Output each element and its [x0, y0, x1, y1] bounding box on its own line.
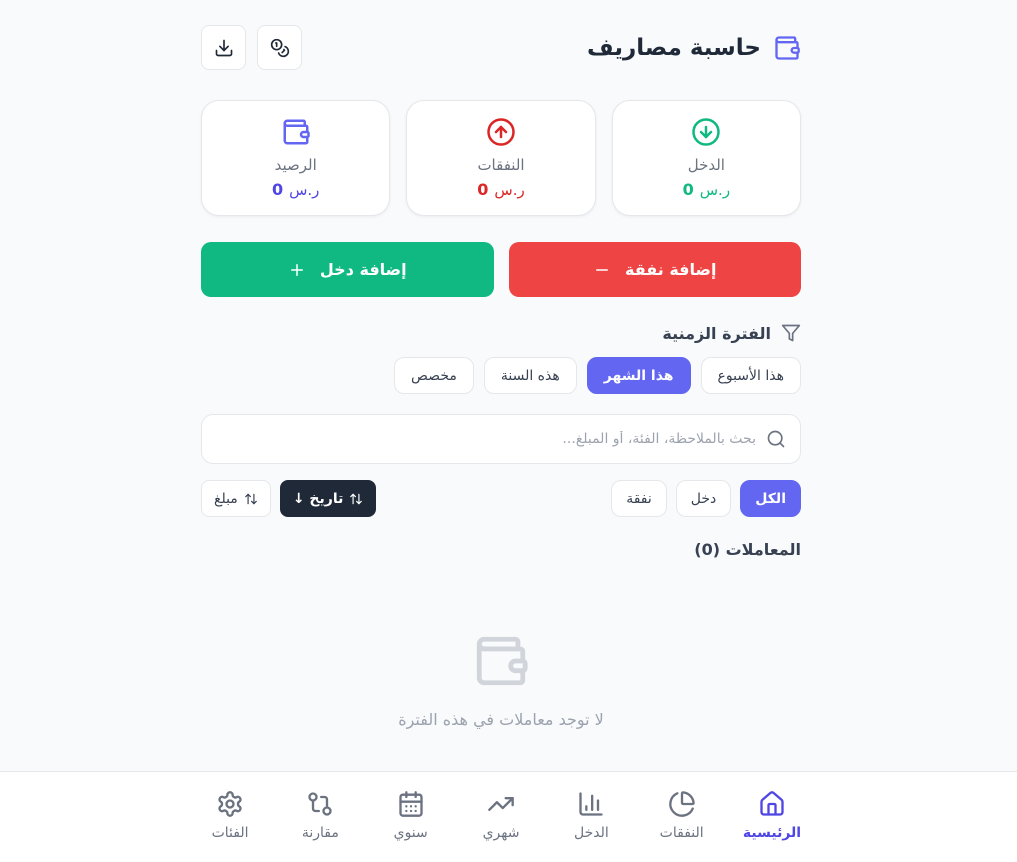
search-box	[201, 414, 801, 464]
income-currency: ر.س	[699, 181, 731, 199]
type-tab-expense[interactable]: نفقة	[611, 480, 667, 517]
arrow-up-circle-icon	[487, 118, 515, 146]
empty-state: لا توجد معاملات في هذه الفترة	[201, 632, 801, 729]
period-tab-year[interactable]: هذه السنة	[483, 357, 577, 394]
nav-item-income[interactable]: الدخل	[557, 790, 625, 841]
period-tab-week[interactable]: هذا الأسبوع	[700, 357, 801, 394]
type-tab-income[interactable]: دخل	[675, 480, 732, 517]
transactions-title: المعاملات (0)	[694, 540, 801, 559]
bar-chart-icon	[579, 792, 604, 816]
balance-value: 0 ر.س	[272, 180, 319, 199]
home-icon	[760, 791, 784, 816]
period-tab-month[interactable]: هذا الشهر	[586, 357, 691, 394]
nav-item-expenses[interactable]: النفقات	[648, 790, 716, 841]
search-input[interactable]	[202, 415, 756, 463]
expenses-label: النفقات	[477, 156, 525, 174]
nav-item-compare[interactable]: مقارنة	[286, 790, 354, 841]
wallet-icon	[775, 35, 800, 60]
type-tabs: الكل دخل نفقة	[611, 480, 801, 517]
nav-label: الفئات	[211, 825, 249, 841]
nav-item-yearly[interactable]: سنوي	[377, 790, 445, 841]
income-label: الدخل	[687, 156, 725, 174]
filter-row: الكل دخل نفقة تاريخ ↓ مبلغ	[201, 480, 801, 517]
income-amount: 0	[682, 180, 694, 199]
sort-amount-button[interactable]: مبلغ	[201, 480, 271, 517]
income-card: الدخل 0 ر.س	[611, 100, 801, 216]
calendar-icon	[399, 791, 423, 817]
nav-label: شهري	[482, 825, 520, 841]
coins-icon	[270, 38, 289, 57]
expenses-currency: ر.س	[494, 181, 525, 199]
period-title: الفترة الزمنية	[662, 323, 801, 343]
sort-amount-label: مبلغ	[214, 490, 238, 507]
nav-label: سنوي	[393, 825, 428, 841]
trending-up-icon	[488, 797, 514, 811]
add-expense-button[interactable]: إضافة نفقة	[508, 242, 801, 297]
wallet-icon	[476, 636, 528, 686]
nav-item-monthly[interactable]: شهري	[467, 790, 535, 841]
period-tab-custom[interactable]: مخصص	[394, 357, 474, 394]
type-tab-all[interactable]: الكل	[740, 480, 801, 517]
header-actions	[201, 25, 302, 70]
app-header: حاسبة مصاريف	[201, 25, 801, 70]
arrow-down-circle-icon	[692, 118, 721, 146]
sort-arrows-icon	[350, 493, 363, 504]
compare-icon	[308, 792, 333, 816]
page-title: حاسبة مصاريف	[587, 34, 761, 61]
nav-label: النفقات	[659, 825, 704, 841]
sort-date-button[interactable]: تاريخ ↓	[279, 480, 377, 517]
summary-cards: الدخل 0 ر.س النفقات 0 ر.س الرصيد 0 ر.س	[201, 100, 801, 216]
balance-card: الرصيد 0 ر.س	[201, 100, 391, 216]
minus-icon	[596, 268, 609, 271]
expenses-value: 0 ر.س	[477, 180, 524, 199]
sort-date-label: تاريخ ↓	[292, 490, 344, 507]
add-expense-label: إضافة نفقة	[625, 260, 717, 279]
bottom-nav: الرئيسية النفقات الدخل شهري سنوي مقارنة …	[0, 771, 1017, 862]
download-button[interactable]	[201, 25, 246, 70]
period-title-label: الفترة الزمنية	[662, 323, 771, 343]
app-title: حاسبة مصاريف	[587, 34, 801, 62]
income-value: 0 ر.س	[683, 180, 730, 199]
sort-tabs: تاريخ ↓ مبلغ	[201, 480, 377, 517]
action-row: إضافة نفقة إضافة دخل	[201, 242, 801, 297]
expenses-amount: 0	[477, 180, 489, 199]
filter-icon	[781, 324, 801, 342]
expenses-card: النفقات 0 ر.س	[406, 100, 596, 216]
nav-item-home[interactable]: الرئيسية	[738, 790, 806, 841]
sort-arrows-icon	[244, 493, 257, 504]
currency-button[interactable]	[257, 25, 302, 70]
balance-currency: ر.س	[289, 181, 320, 199]
add-income-button[interactable]: إضافة دخل	[201, 242, 494, 297]
download-icon	[215, 39, 232, 56]
plus-icon	[290, 263, 303, 276]
wallet-icon	[283, 119, 310, 145]
add-income-label: إضافة دخل	[319, 260, 407, 279]
settings-icon	[218, 791, 242, 817]
pie-chart-icon	[668, 791, 695, 817]
balance-amount: 0	[271, 180, 284, 199]
nav-items: الرئيسية النفقات الدخل شهري سنوي مقارنة …	[196, 790, 806, 841]
period-tabs: هذا الأسبوع هذا الشهر هذه السنة مخصص	[394, 357, 801, 394]
search-icon	[767, 430, 785, 448]
empty-state-text: لا توجد معاملات في هذه الفترة	[398, 710, 604, 729]
nav-label: الدخل	[573, 825, 609, 841]
balance-label: الرصيد	[274, 156, 317, 174]
nav-label: الرئيسية	[742, 825, 802, 841]
nav-item-categories[interactable]: الفئات	[196, 790, 264, 841]
nav-label: مقارنة	[301, 825, 339, 841]
